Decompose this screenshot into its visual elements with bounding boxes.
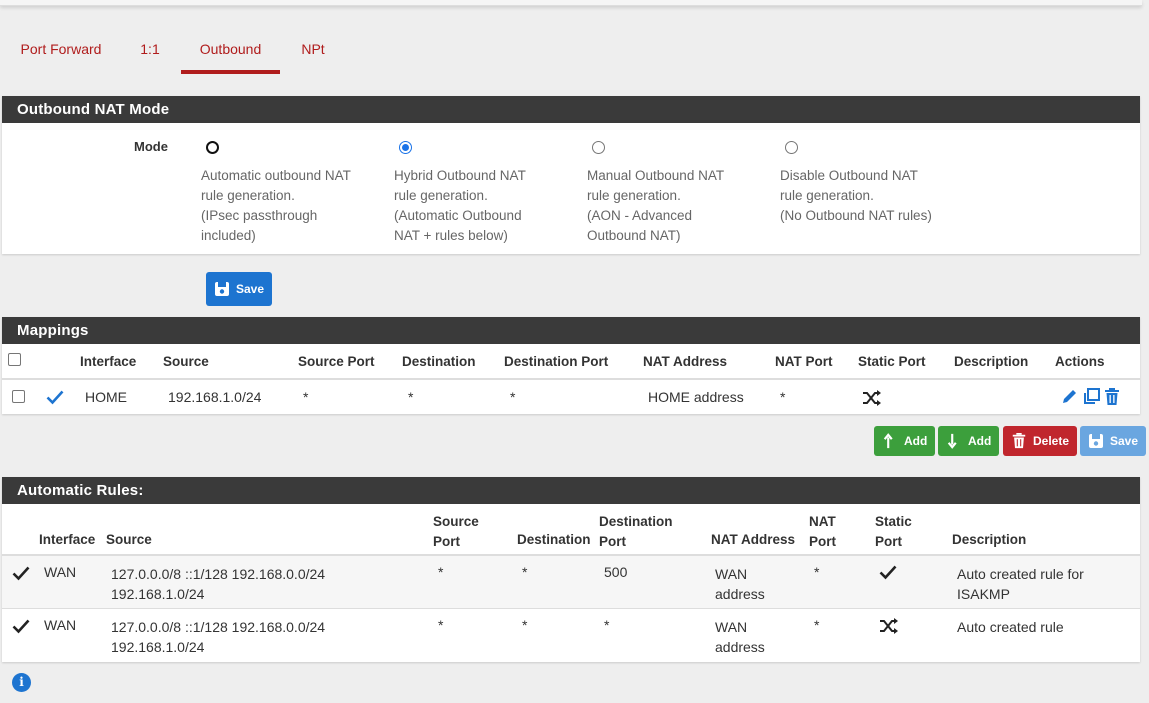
mode-radio-disable[interactable] [785, 141, 798, 154]
automatic-rules-panel: Automatic Rules: Interface Source Source… [2, 477, 1140, 662]
cell-source-port: * [303, 389, 309, 405]
cell-source-port: * [438, 617, 444, 633]
mode-option-hybrid[interactable]: Hybrid Outbound NAT rule generation. (Au… [394, 141, 564, 246]
save-label: Save [236, 282, 265, 296]
cell-source: 127.0.0.0/8 ::1/128 192.168.0.0/24 192.1… [111, 566, 326, 602]
col-header-nat-port: NAT Port [775, 354, 833, 369]
row-checkbox[interactable] [12, 390, 25, 403]
delete-trash-icon[interactable] [1103, 387, 1121, 406]
col-header-static-port: Static Port [875, 514, 912, 549]
col-header-nat-address: NAT Address [711, 532, 796, 547]
cell-description: Auto created rule for ISAKMP [957, 566, 1084, 602]
shuffle-icon [880, 618, 898, 634]
tab-npt[interactable]: NPt [298, 36, 328, 74]
mode-radio-automatic[interactable] [206, 141, 219, 154]
mode-label: Mode [134, 139, 168, 154]
check-icon [12, 619, 30, 634]
cell-nat-address: HOME address [648, 389, 744, 405]
tab-one-to-one[interactable]: 1:1 [138, 36, 162, 74]
mode-radio-hybrid[interactable] [399, 141, 412, 154]
mode-radio-manual[interactable] [592, 141, 605, 154]
mode-option-description: Automatic outbound NAT rule generation. … [201, 168, 351, 243]
table-row: WAN 127.0.0.0/8 ::1/128 192.168.0.0/24 1… [2, 609, 1140, 662]
col-header-destination-port: Destination Port [599, 514, 673, 549]
cell-nat-address: WAN address [715, 619, 765, 655]
cell-description: Auto created rule [957, 619, 1064, 635]
cell-destination: * [522, 617, 528, 633]
save-label: Save [1110, 434, 1139, 448]
cell-nat-address: WAN address [715, 566, 765, 602]
col-header-source-port: Source Port [433, 514, 479, 549]
save-icon [1089, 434, 1103, 448]
cell-interface: HOME [85, 389, 127, 405]
cell-source: 127.0.0.0/8 ::1/128 192.168.0.0/24 192.1… [111, 619, 326, 655]
col-header-source: Source [163, 354, 209, 369]
tab-outbound[interactable]: Outbound [181, 36, 280, 74]
add-top-label: Add [904, 434, 928, 448]
add-rule-bottom-button[interactable]: Add [938, 426, 1000, 456]
mode-option-automatic[interactable]: Automatic outbound NAT rule generation. … [201, 141, 371, 246]
col-header-nat-port: NAT Port [809, 514, 836, 549]
check-icon [12, 566, 30, 581]
mode-option-description: Disable Outbound NAT rule generation. (N… [780, 168, 932, 223]
arrow-up-icon [883, 433, 893, 449]
info-icon[interactable]: i [12, 673, 31, 692]
delete-label: Delete [1033, 434, 1070, 448]
cell-interface: WAN [44, 564, 77, 580]
col-header-static-port: Static Port [858, 354, 926, 369]
cell-destination-port: 500 [604, 564, 628, 580]
add-bottom-label: Add [968, 434, 992, 448]
delete-button[interactable]: Delete [1003, 426, 1078, 456]
col-header-nat-address: NAT Address [643, 354, 728, 369]
check-icon [879, 565, 897, 580]
cell-source: 192.168.1.0/24 [168, 389, 262, 405]
cell-interface: WAN [44, 617, 77, 633]
cell-destination-port: * [510, 389, 516, 405]
table-row[interactable]: HOME 192.168.1.0/24 * * * HOME address * [2, 380, 1140, 414]
col-header-source-port: Source Port [298, 354, 375, 369]
panel-title: Automatic Rules: [2, 477, 1140, 504]
trash-icon [1012, 433, 1026, 449]
save-mappings-button[interactable]: Save [1080, 426, 1147, 456]
cell-nat-port: * [780, 389, 786, 405]
cell-nat-port: * [814, 564, 820, 580]
auto-rules-header-row: Interface Source Source Port Destination… [2, 504, 1140, 556]
cell-destination-port: * [604, 617, 610, 633]
col-header-actions: Actions [1055, 354, 1105, 369]
tab-port-forward[interactable]: Port Forward [20, 36, 102, 74]
col-header-destination-port: Destination Port [504, 354, 609, 369]
mappings-panel: Mappings Interface Source Source Port De… [2, 317, 1140, 414]
cell-destination: * [522, 564, 528, 580]
cell-source-port: * [438, 564, 444, 580]
mode-option-manual[interactable]: Manual Outbound NAT rule generation. (AO… [587, 141, 757, 246]
mode-option-description: Manual Outbound NAT rule generation. (AO… [587, 168, 725, 243]
mappings-header-row: Interface Source Source Port Destination… [2, 344, 1140, 380]
col-header-source: Source [106, 532, 152, 547]
add-rule-top-button[interactable]: Add [874, 426, 936, 456]
col-header-interface: Interface [80, 354, 137, 369]
panel-title: Mappings [2, 317, 1140, 344]
arrow-down-icon [947, 433, 957, 449]
save-icon [215, 282, 229, 296]
mode-option-description: Hybrid Outbound NAT rule generation. (Au… [394, 168, 526, 243]
col-header-destination: Destination [402, 354, 476, 369]
top-navbar-edge [0, 0, 1142, 6]
col-header-description: Description [952, 532, 1027, 547]
cell-nat-port: * [814, 617, 820, 633]
panel-title: Outbound NAT Mode [2, 96, 1140, 123]
shuffle-icon [863, 390, 881, 406]
copy-icon[interactable] [1082, 387, 1101, 406]
edit-pencil-icon[interactable] [1060, 387, 1079, 406]
mode-save-button[interactable]: Save [206, 272, 273, 306]
cell-destination: * [408, 389, 414, 405]
col-header-interface: Interface [39, 532, 96, 547]
nat-tabs: Port Forward 1:1 Outbound NPt [0, 36, 600, 76]
select-all-checkbox[interactable] [8, 353, 21, 366]
outbound-nat-mode-panel: Outbound NAT Mode Mode Automatic outboun… [2, 96, 1140, 254]
col-header-destination: Destination [517, 532, 591, 547]
table-row: WAN 127.0.0.0/8 ::1/128 192.168.0.0/24 1… [2, 556, 1140, 609]
col-header-description: Description [954, 354, 1029, 369]
enabled-check-icon[interactable] [46, 389, 64, 405]
mode-option-disable[interactable]: Disable Outbound NAT rule generation. (N… [780, 141, 980, 226]
